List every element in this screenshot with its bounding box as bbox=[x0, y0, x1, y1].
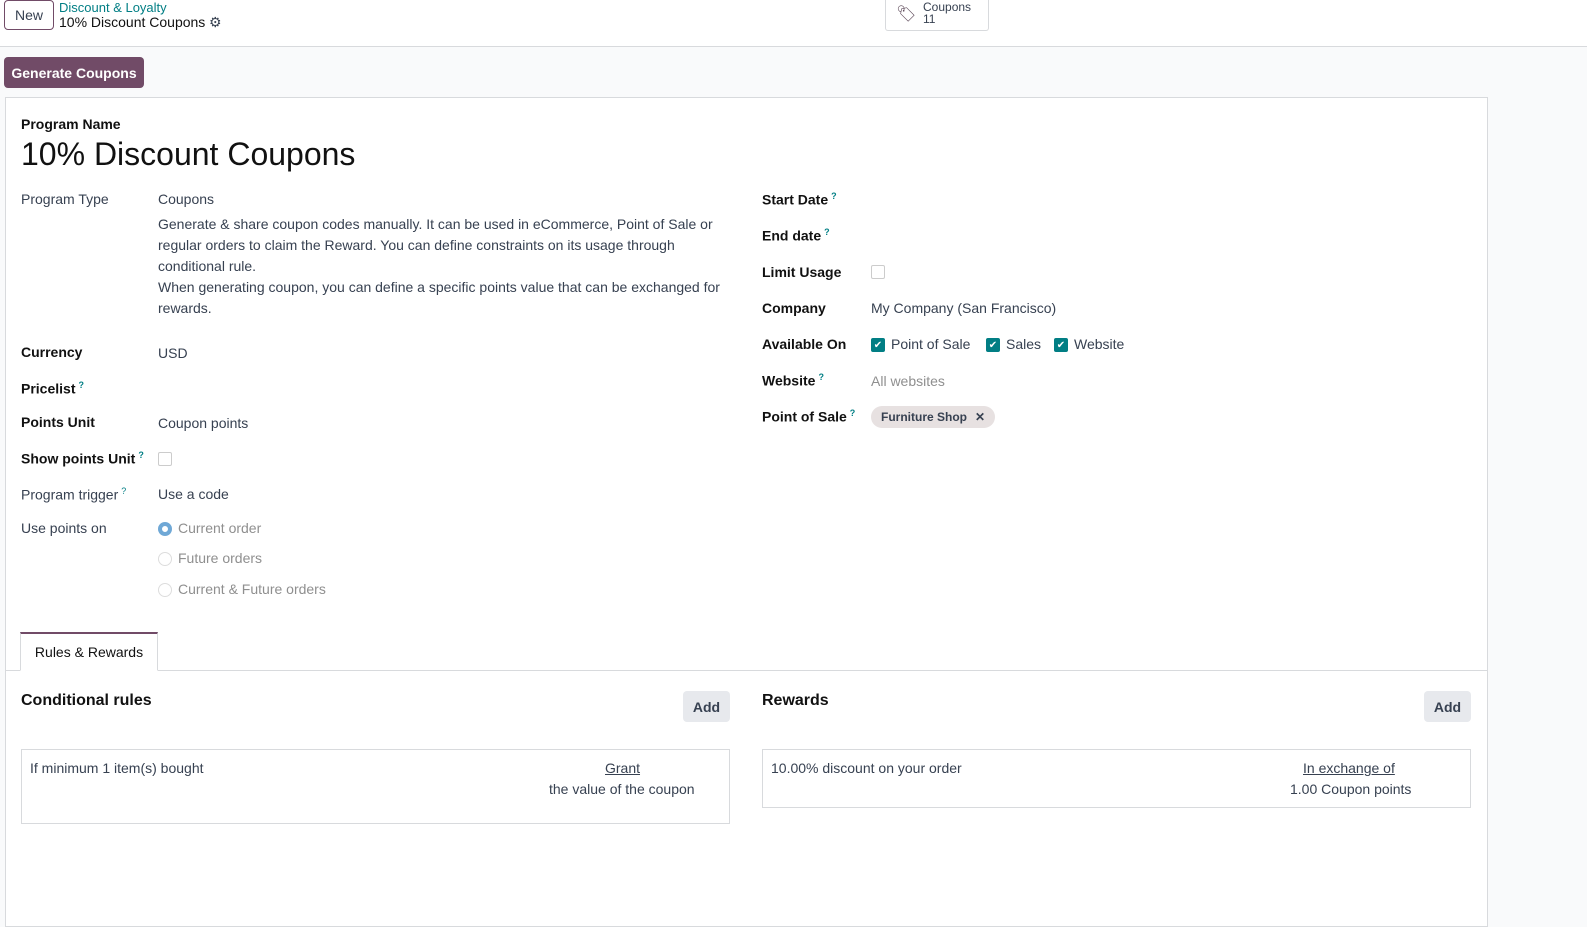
exchange-link[interactable]: In exchange of bbox=[1303, 760, 1395, 776]
grant-link[interactable]: Grant bbox=[605, 760, 640, 776]
end-date-label: End date bbox=[762, 227, 822, 244]
coupons-smart-button[interactable]: 🏷 Coupons 11 bbox=[885, 0, 989, 31]
breadcrumb-current: 10% Discount Coupons bbox=[59, 14, 206, 30]
available-on-website[interactable]: ✔ Website bbox=[1054, 336, 1125, 353]
remove-tag-icon[interactable]: ✕ bbox=[975, 410, 985, 424]
program-type-field[interactable]: Coupons bbox=[158, 191, 214, 207]
program-type-label: Program Type bbox=[21, 191, 109, 207]
start-date-label: Start Date bbox=[762, 191, 829, 208]
radio-label: Current & Future orders bbox=[178, 581, 326, 597]
smart-button-count: 11 bbox=[923, 12, 936, 26]
radio-icon bbox=[158, 552, 172, 567]
available-on-label: Available On bbox=[762, 336, 847, 352]
radio-current-order[interactable]: Current order bbox=[158, 520, 262, 537]
radio-icon bbox=[158, 583, 172, 598]
program-name-input[interactable]: 10% Discount Coupons bbox=[21, 136, 355, 173]
conditional-rules-title: Conditional rules bbox=[21, 692, 152, 709]
add-rule-button[interactable]: Add bbox=[683, 691, 730, 722]
grant-description: the value of the coupon bbox=[549, 781, 695, 797]
website-input[interactable]: All websites bbox=[871, 373, 945, 389]
checkbox-label: Website bbox=[1074, 336, 1125, 352]
gear-icon[interactable]: ⚙ bbox=[209, 14, 222, 31]
reward-text: 10.00% discount on your order bbox=[771, 760, 962, 776]
tab-rules-rewards[interactable]: Rules & Rewards bbox=[20, 632, 158, 671]
rule-text: If minimum 1 item(s) bought bbox=[30, 760, 204, 776]
help-icon[interactable]: ? bbox=[818, 372, 824, 382]
help-icon[interactable]: ? bbox=[121, 486, 126, 496]
program-trigger-label: Program trigger bbox=[21, 486, 119, 503]
checkbox-checked-icon: ✔ bbox=[986, 338, 1000, 353]
program-name-label: Program Name bbox=[21, 116, 121, 132]
checkbox-label: Sales bbox=[1006, 336, 1042, 352]
radio-current-future-orders[interactable]: Current & Future orders bbox=[158, 581, 326, 598]
help-icon[interactable]: ? bbox=[824, 227, 830, 237]
show-points-unit-label: Show points Unit bbox=[21, 450, 136, 467]
tab-divider bbox=[5, 670, 1488, 671]
company-label: Company bbox=[762, 300, 826, 316]
radio-label: Future orders bbox=[178, 550, 263, 566]
help-icon[interactable]: ? bbox=[138, 450, 144, 460]
radio-selected-icon bbox=[158, 522, 172, 537]
use-points-on-label: Use points on bbox=[21, 520, 107, 536]
add-reward-button[interactable]: Add bbox=[1424, 691, 1471, 722]
currency-label: Currency bbox=[21, 344, 83, 360]
control-panel bbox=[0, 0, 1587, 47]
program-type-description: Generate & share coupon codes manually. … bbox=[158, 216, 713, 274]
points-unit-label: Points Unit bbox=[21, 414, 95, 430]
generate-coupons-button[interactable]: Generate Coupons bbox=[4, 57, 144, 88]
exchange-description: 1.00 Coupon points bbox=[1290, 781, 1412, 797]
currency-field[interactable]: USD bbox=[158, 345, 188, 361]
radio-future-orders[interactable]: Future orders bbox=[158, 550, 263, 567]
rewards-title: Rewards bbox=[762, 692, 829, 709]
help-icon[interactable]: ? bbox=[850, 408, 856, 418]
pricelist-label: Pricelist bbox=[21, 380, 76, 397]
point-of-sale-label: Point of Sale bbox=[762, 408, 847, 425]
company-field[interactable]: My Company (San Francisco) bbox=[871, 300, 1056, 316]
radio-label: Current order bbox=[178, 520, 262, 536]
program-trigger-field[interactable]: Use a code bbox=[158, 486, 229, 502]
help-icon[interactable]: ? bbox=[831, 191, 837, 201]
limit-usage-label: Limit Usage bbox=[762, 264, 842, 280]
checkbox-label: Point of Sale bbox=[891, 336, 971, 352]
points-unit-field[interactable]: Coupon points bbox=[158, 415, 248, 431]
checkbox-checked-icon: ✔ bbox=[871, 338, 885, 353]
pos-tag: Furniture Shop ✕ bbox=[871, 406, 996, 428]
help-icon[interactable]: ? bbox=[78, 380, 84, 390]
tags-icon: 🏷 bbox=[896, 6, 917, 23]
rule-card[interactable]: If minimum 1 item(s) bought Grant the va… bbox=[21, 749, 730, 824]
reward-card[interactable]: 10.00% discount on your order In exchang… bbox=[762, 749, 1471, 808]
show-points-unit-checkbox[interactable] bbox=[158, 452, 172, 466]
pos-tag-label: Furniture Shop bbox=[881, 410, 967, 424]
limit-usage-checkbox[interactable] bbox=[871, 265, 885, 279]
available-on-sales[interactable]: ✔ Sales bbox=[986, 336, 1042, 353]
program-type-description-2: When generating coupon, you can define a… bbox=[158, 279, 720, 316]
breadcrumb-parent[interactable]: Discount & Loyalty bbox=[59, 0, 167, 15]
available-on-pos[interactable]: ✔ Point of Sale bbox=[871, 336, 971, 353]
website-label: Website bbox=[762, 372, 816, 389]
new-button[interactable]: New bbox=[4, 0, 54, 30]
checkbox-checked-icon: ✔ bbox=[1054, 338, 1068, 353]
